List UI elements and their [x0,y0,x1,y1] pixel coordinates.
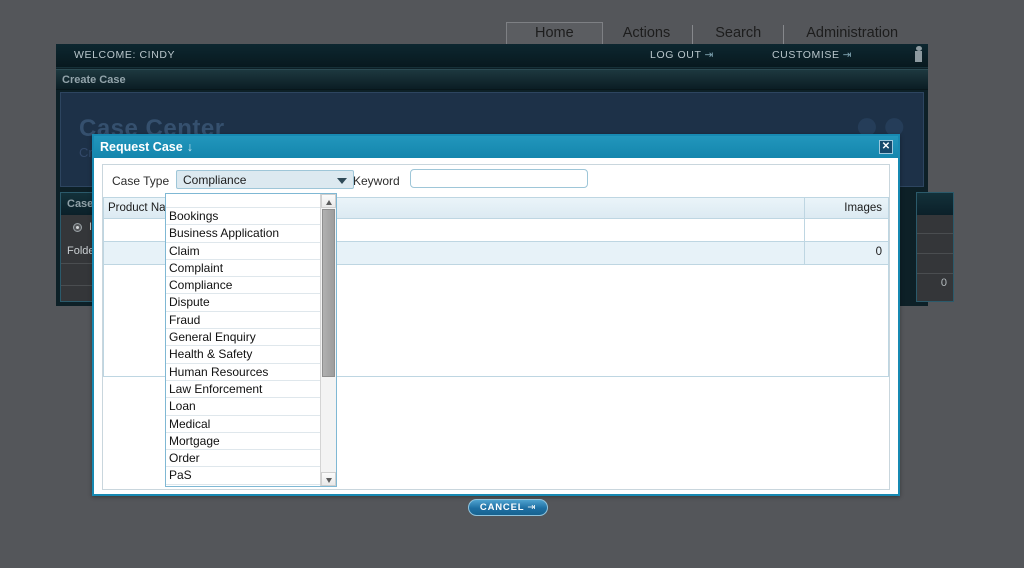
divider [917,233,953,234]
cell-images [804,219,888,241]
scroll-down-icon[interactable] [321,472,336,486]
dropdown-item-human-resources[interactable]: Human Resources [166,364,321,381]
dropdown-item-medical[interactable]: Medical [166,416,321,433]
dropdown-scrollbar[interactable] [320,194,336,486]
nav-separator [783,24,785,44]
scrollbar-thumb[interactable] [322,209,335,377]
dialog-title: Request Case ↓ [100,140,193,154]
nav-tab-list: Home Actions Search Administration [506,22,918,46]
avatar-body [915,51,922,62]
logout-label: LOG OUT [650,49,702,61]
dropdown-item-bookings[interactable]: Bookings [166,208,321,226]
dropdown-item-mortgage[interactable]: Mortgage [166,433,321,451]
case-type-select[interactable]: Compliance [176,170,354,189]
close-icon[interactable]: ✕ [879,140,893,154]
user-avatar-icon[interactable] [915,46,922,63]
arrow-right-icon: ⇥ [842,49,853,61]
column-header-images: Images [804,198,888,218]
nav-tab-actions[interactable]: Actions [603,22,691,46]
case-type-label: Case Type [112,174,170,188]
divider [917,273,953,274]
welcome-bar: WELCOME: CINDY LOG OUT ⇥ CUSTOMISE ⇥ [56,44,928,68]
dropdown-item-general-enquiry[interactable]: General Enquiry [166,329,321,347]
dropdown-item-loan[interactable]: Loan [166,398,321,416]
nav-tab-search[interactable]: Search [695,22,781,46]
screen: Home Actions Search Administration WELCO… [0,0,1024,568]
scroll-up-icon[interactable] [321,194,336,208]
case-list-radio[interactable] [73,223,82,232]
case-count-value: 0 [940,277,947,289]
dropdown-item-blank[interactable] [166,194,321,208]
hero-subtitle: Cr [79,145,93,160]
nav-tab-home[interactable]: Home [506,22,603,46]
dialog-title-text: Request Case [100,140,183,154]
triangle-down-glyph [326,478,332,483]
dropdown-item-order[interactable]: Order [166,450,321,468]
arrow-right-icon: ⇥ [704,49,714,61]
case-type-dropdown-list[interactable]: Bookings Business Application Claim Comp… [165,193,337,487]
customise-link[interactable]: CUSTOMISE ⇥ [772,49,852,61]
case-count-panel-header [917,193,953,215]
case-list-panel-title: Case [67,198,94,210]
cancel-button[interactable]: CANCEL ⇥ [468,499,548,516]
top-navigation-bar: Home Actions Search Administration [0,0,1024,46]
cell-images: 0 [804,242,888,264]
dropdown-item-dispute[interactable]: Dispute [166,294,321,312]
dropdown-options: Bookings Business Application Claim Comp… [166,194,321,486]
welcome-label: WELCOME: CINDY [74,49,176,61]
nav-tab-administration[interactable]: Administration [786,22,918,46]
dropdown-item-business-application[interactable]: Business Application [166,225,321,243]
dropdown-item-law-enforcement[interactable]: Law Enforcement [166,381,321,399]
dropdown-item-pas[interactable]: PaS [166,467,321,485]
chevron-down-icon [337,178,347,184]
case-type-selected-value: Compliance [183,173,247,187]
triangle-up-glyph [326,200,332,205]
keyword-input[interactable] [410,169,588,188]
customise-label: CUSTOMISE [772,49,840,61]
case-count-panel: 0 [916,192,954,302]
dropdown-item-compliance[interactable]: Compliance [166,277,321,295]
divider [917,253,953,254]
logout-link[interactable]: LOG OUT ⇥ [650,49,714,61]
folder-label: Folde [67,245,95,257]
dropdown-item-claim[interactable]: Claim [166,243,321,260]
dialog-title-bar: Request Case ↓ ✕ [94,136,898,158]
download-arrow-icon: ↓ [186,140,193,154]
nav-separator [692,24,694,44]
dropdown-item-fraud[interactable]: Fraud [166,312,321,330]
keyword-label: Keyword [353,174,400,188]
cancel-button-label: CANCEL [479,502,525,513]
dropdown-item-complaint[interactable]: Complaint [166,260,321,278]
arrow-right-icon: ⇥ [527,502,537,513]
page-title-bar: Create Case [56,69,928,90]
dropdown-item-health-safety[interactable]: Health & Safety [166,346,321,364]
page-title: Create Case [62,74,126,86]
